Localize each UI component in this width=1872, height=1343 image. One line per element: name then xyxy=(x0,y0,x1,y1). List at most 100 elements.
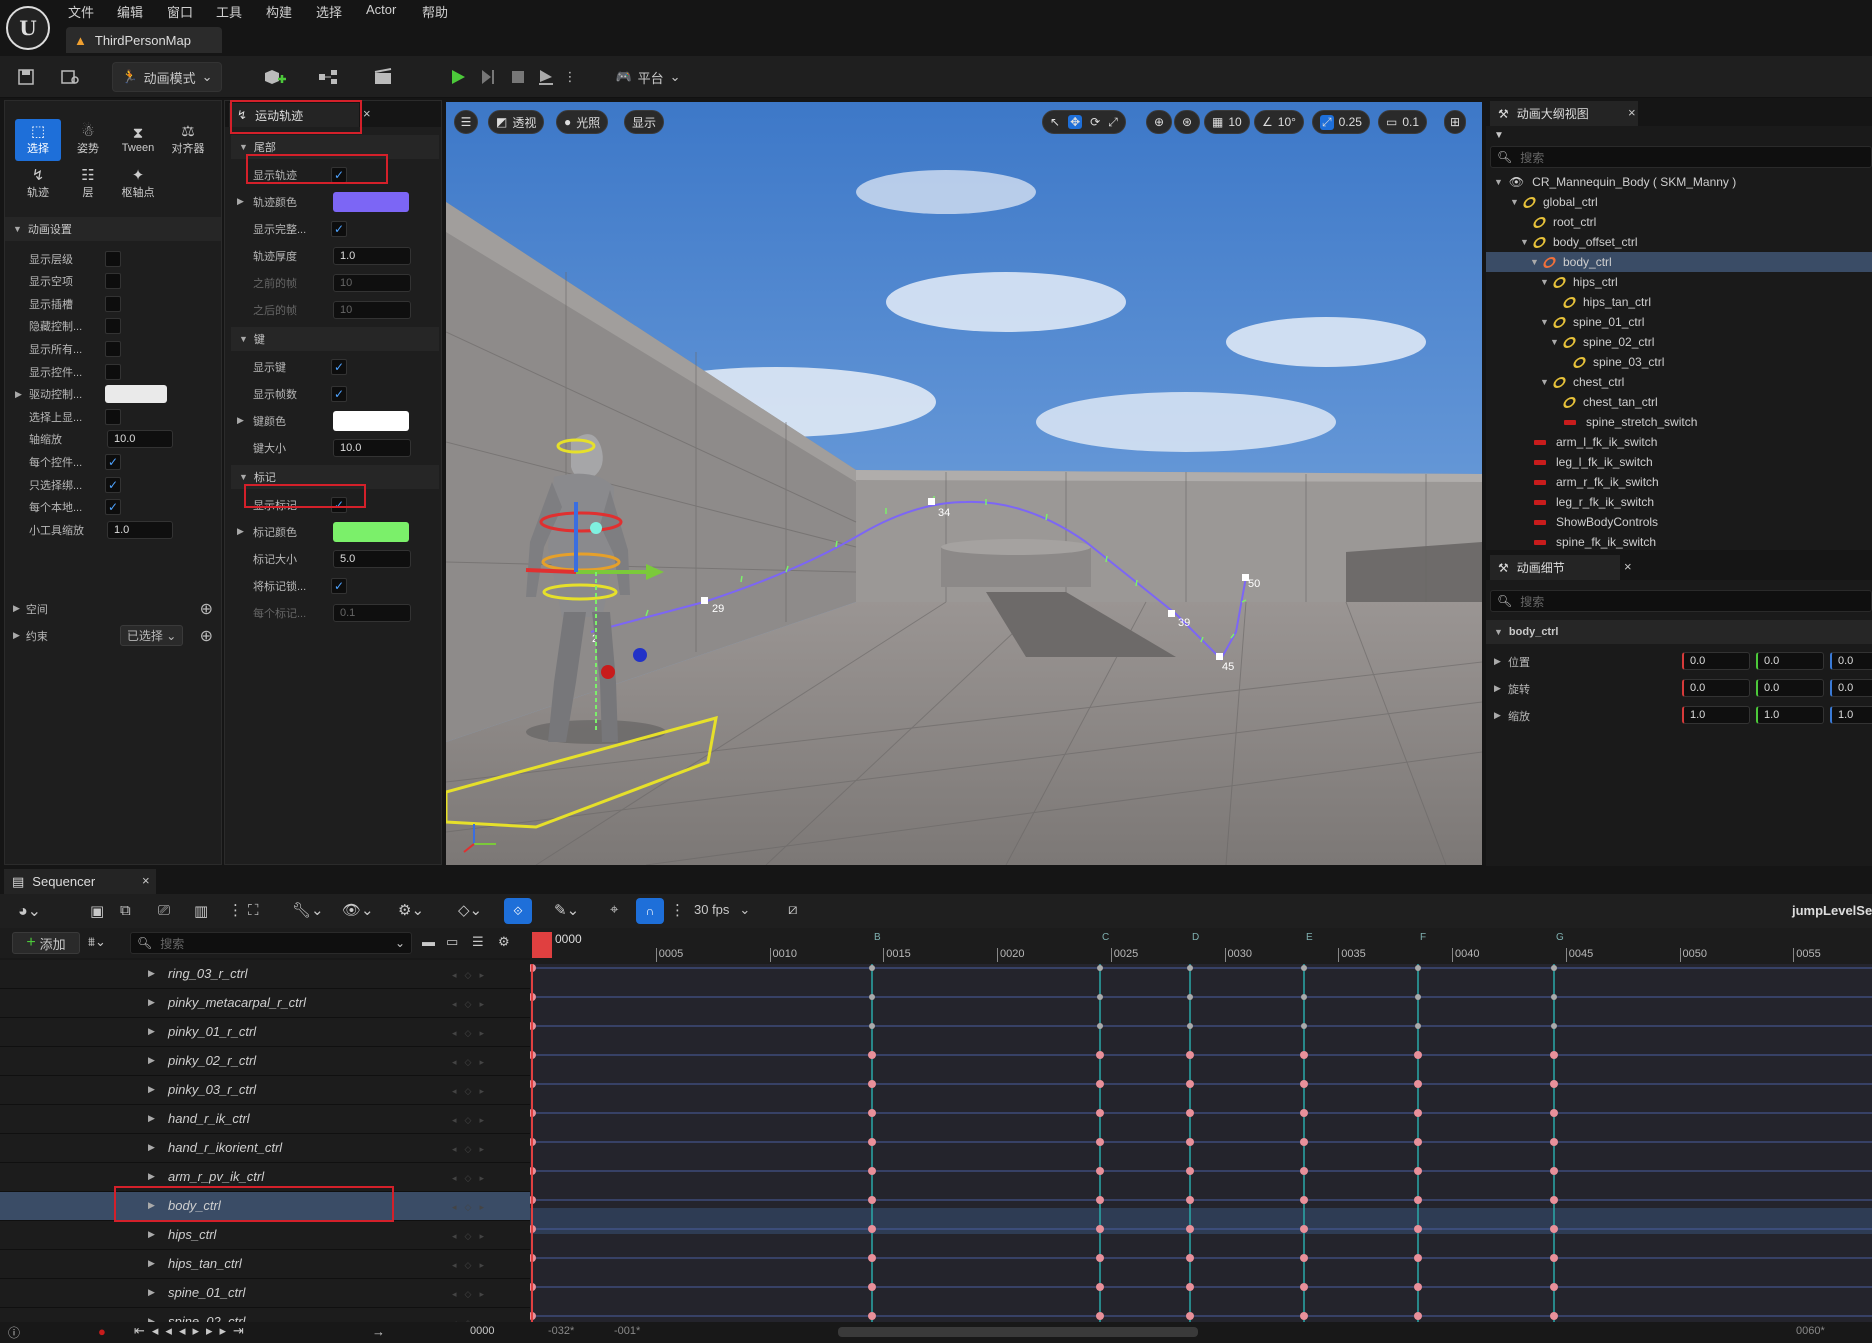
keyframe[interactable] xyxy=(1415,994,1421,1000)
camera-speed-button[interactable]: ▭ 0.1 xyxy=(1378,110,1428,134)
expand-arrow-icon[interactable]: ▶ xyxy=(148,1026,155,1037)
mode-tween[interactable]: ⧗ Tween xyxy=(115,119,161,161)
keyframe[interactable] xyxy=(868,1167,876,1175)
color-swatch[interactable] xyxy=(105,385,167,404)
track-row[interactable]: ▶ spine_01_ctrl ◂◇▸ xyxy=(0,1279,530,1308)
menu-help[interactable]: 帮助 xyxy=(422,2,448,21)
track-row[interactable]: ▶ hips_tan_ctrl ◂◇▸ xyxy=(0,1250,530,1279)
expand-arrow-icon[interactable]: ▶ xyxy=(148,1258,155,1269)
select-cursor-icon[interactable]: ↖ xyxy=(1050,115,1060,129)
keyframe[interactable] xyxy=(868,1225,876,1233)
mode-dropdown[interactable]: 🏃 动画模式 ⌄ xyxy=(112,62,222,92)
vector-input[interactable]: 0.0 xyxy=(1830,652,1872,670)
transport-controls[interactable]: ⇤◂◂◂▸▸▸⇥ xyxy=(134,1323,251,1339)
level-viewport[interactable]: 34 29 25 39 45 50 xyxy=(446,102,1482,865)
expand-arrow-icon[interactable]: ▶ xyxy=(148,968,155,979)
expand-arrow-icon[interactable]: ▶ xyxy=(148,1084,155,1095)
content-browser-icon[interactable] xyxy=(56,62,84,92)
layout-icon[interactable]: ⊞ xyxy=(1444,110,1467,134)
add-actor-icon[interactable] xyxy=(254,62,294,92)
outliner-item[interactable]: chest_tan_ctrl xyxy=(1550,392,1658,412)
menu-edit[interactable]: 编辑 xyxy=(117,2,143,21)
keyframe[interactable] xyxy=(1414,1312,1422,1320)
key-nav-icons[interactable]: ◂◇▸ xyxy=(452,1115,492,1126)
keyframe[interactable] xyxy=(1186,1167,1194,1175)
trail-checkbox[interactable]: ✓ xyxy=(331,358,347,375)
keyframe[interactable] xyxy=(868,1051,876,1059)
collapse-arrow-icon[interactable]: ▼ xyxy=(1520,237,1534,247)
keyframe[interactable] xyxy=(1096,1312,1104,1320)
section-marker[interactable]: C xyxy=(1102,932,1109,943)
keyframe[interactable] xyxy=(1096,1196,1104,1204)
expand-arrow-icon[interactable]: ▶ xyxy=(148,1113,155,1124)
stop-icon[interactable] xyxy=(504,62,532,92)
track-row[interactable]: ▶ pinky_metacarpal_r_ctrl ◂◇▸ xyxy=(0,989,530,1018)
show-button[interactable]: 显示 xyxy=(624,110,665,134)
settings-gear-icon[interactable]: ⚙ xyxy=(498,934,510,950)
constraint-row[interactable]: ▶ 约束 已选择 ⌄ ⊕ xyxy=(13,622,213,649)
keyframe[interactable] xyxy=(1096,1283,1104,1291)
trail-number-input[interactable]: 1.0 xyxy=(333,246,411,265)
key-nav-icons[interactable]: ◂◇▸ xyxy=(452,1202,492,1213)
keyframe[interactable] xyxy=(1550,1196,1558,1204)
vector-input[interactable]: 1.0 xyxy=(1756,706,1824,724)
keyframe[interactable] xyxy=(868,1312,876,1320)
keyframe[interactable] xyxy=(1096,1109,1104,1117)
keyframe[interactable] xyxy=(1186,1138,1194,1146)
section-header[interactable]: ▼ 键 xyxy=(231,327,439,351)
expand-arrow-icon[interactable]: ▶ xyxy=(148,1171,155,1182)
outliner-item[interactable]: arm_l_fk_ik_switch xyxy=(1520,432,1657,452)
key-nav-icons[interactable]: ◂◇▸ xyxy=(452,1260,492,1271)
trail-number-input[interactable]: 10.0 xyxy=(333,438,411,457)
keyframe[interactable] xyxy=(1550,1167,1558,1175)
keyframe[interactable] xyxy=(1550,1312,1558,1320)
setting-checkbox[interactable] xyxy=(105,318,121,335)
vector-input[interactable]: 1.0 xyxy=(1830,706,1872,724)
keyframe[interactable] xyxy=(1096,1080,1104,1088)
keyframe[interactable] xyxy=(1186,1080,1194,1088)
view-dropdown-icon[interactable]: 👁︎⌄ xyxy=(342,901,374,919)
draw-dropdown-icon[interactable]: ✎⌄ xyxy=(554,901,579,919)
expand-arrow-icon[interactable]: ▶ xyxy=(148,997,155,1008)
keyframe[interactable] xyxy=(869,994,875,1000)
vector-input[interactable]: 0.0 xyxy=(1756,679,1824,697)
track-row[interactable]: ▶ hand_r_ikorient_ctrl ◂◇▸ xyxy=(0,1134,530,1163)
collapse-all-icon[interactable]: ▬ xyxy=(422,934,435,949)
more-options-icon[interactable]: ⋮ xyxy=(228,901,243,919)
track-row[interactable]: ▶ pinky_02_r_ctrl ◂◇▸ xyxy=(0,1047,530,1076)
keyframe[interactable] xyxy=(1414,1196,1422,1204)
keyframe[interactable] xyxy=(1187,965,1193,971)
keyframe[interactable] xyxy=(1301,994,1307,1000)
keyframe[interactable] xyxy=(1550,1225,1558,1233)
keyframe[interactable] xyxy=(868,1283,876,1291)
outliner-item[interactable]: ▼ spine_01_ctrl xyxy=(1540,312,1644,332)
expand-arrow-icon[interactable]: ▶ xyxy=(237,526,244,537)
expand-arrow-icon[interactable]: ▶ xyxy=(1494,710,1501,721)
eject-icon[interactable] xyxy=(532,62,560,92)
keyframe[interactable] xyxy=(1300,1283,1308,1291)
lighting-button[interactable]: ● 光照 xyxy=(556,110,609,134)
section-marker[interactable]: D xyxy=(1192,932,1199,943)
expand-icon[interactable]: ▭ xyxy=(446,934,458,950)
setting-checkbox[interactable]: ✓ xyxy=(105,453,121,470)
mode-trail[interactable]: ↯ 轨迹 xyxy=(15,163,61,205)
rotate-icon[interactable]: ⟳ xyxy=(1090,115,1100,129)
expand-arrow-icon[interactable]: ▶ xyxy=(148,1229,155,1240)
key-nav-icons[interactable]: ◂◇▸ xyxy=(452,1028,492,1039)
anim-settings-header[interactable]: ▼ 动画设置 xyxy=(5,217,221,241)
outliner-search-input[interactable]: 🔍︎ 搜索 xyxy=(1490,146,1872,168)
key-nav-icons[interactable]: ◂◇▸ xyxy=(452,1231,492,1242)
space-row[interactable]: ▶ 空间 ⊕ xyxy=(13,595,213,622)
keyframe[interactable] xyxy=(1415,965,1421,971)
expand-arrow-icon[interactable]: ▶ xyxy=(237,196,244,207)
trail-checkbox[interactable]: ✓ xyxy=(331,385,347,402)
unreal-logo-icon[interactable]: U xyxy=(6,6,50,50)
close-icon[interactable]: × xyxy=(1624,559,1632,574)
keyframe[interactable] xyxy=(1096,1138,1104,1146)
keyframe[interactable] xyxy=(1300,1109,1308,1117)
menu-build[interactable]: 构建 xyxy=(266,2,292,21)
filter-icon[interactable]: ⩩⌄ xyxy=(88,934,106,950)
mode-aligner[interactable]: ⚖ 对齐器 xyxy=(165,119,211,161)
wrench-dropdown-icon[interactable]: 🔧︎⌄ xyxy=(292,901,324,919)
keyframe[interactable] xyxy=(1300,1167,1308,1175)
